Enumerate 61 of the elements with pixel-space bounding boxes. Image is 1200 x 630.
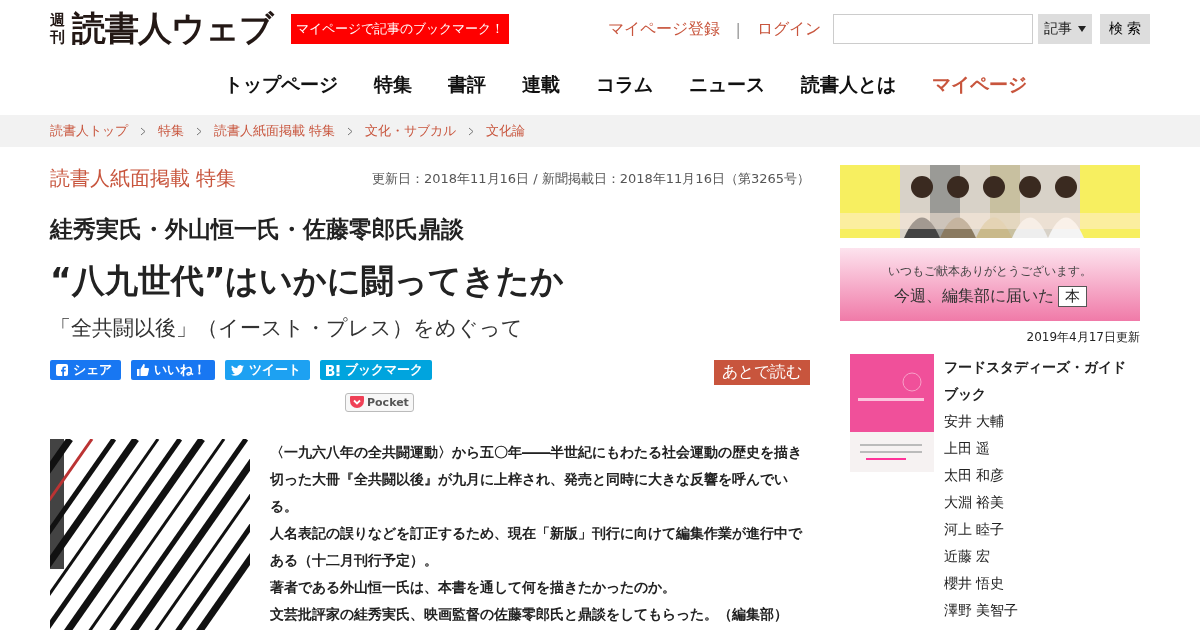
share-button[interactable]: ブックマーク — [320, 360, 432, 380]
nav-link[interactable]: ニュース — [688, 72, 765, 98]
site-logo[interactable]: 読書人ウェブ — [72, 6, 273, 52]
book-author: 澤野 美智子 — [944, 601, 1020, 620]
facebook-icon — [56, 364, 68, 376]
header-link[interactable]: ログイン — [757, 18, 821, 40]
book-author: 河上 睦子 — [944, 520, 1006, 539]
thumbs-up-icon — [137, 364, 149, 376]
share-button[interactable]: いいね！ — [131, 360, 215, 380]
dropdown-caret-icon — [1078, 26, 1086, 32]
search-scope-select[interactable]: 記事 — [1038, 14, 1092, 44]
chevron-icon — [347, 126, 353, 136]
book-author: 安井 大輔 — [944, 412, 1006, 431]
link-separator: | — [735, 19, 741, 39]
article-paragraph: 〈一九六八年の全共闘運動〉から五〇年――半世紀にもわたる社会運動の歴史を描き切った大冊『全共闘以後』が九月に上梓され、発売と同時に大きな反響を呼んでいる。 — [270, 443, 803, 516]
logo-small-text: 週刊 — [50, 12, 66, 46]
article-dates: 更新日：2018年11月16日 / 新聞掲載日：2018年11月16日（第3265号） — [371, 169, 810, 188]
nav-link[interactable]: コラム — [595, 72, 653, 98]
category-label: 読書人紙面掲載 特集 — [50, 165, 237, 192]
article-paragraph: 著者である外山恒一氏は、本書を通して何を描きたかったのか。 — [270, 578, 677, 597]
breadcrumb-link[interactable]: 読書人紙面掲載 特集 — [214, 122, 335, 140]
article-title: “八九世代”はいかに闘ってきたか — [50, 260, 566, 302]
search-button[interactable]: 検 索 — [1100, 14, 1150, 44]
book-author: 太田 和彦 — [944, 466, 1006, 485]
chevron-icon — [468, 126, 474, 136]
chevron-icon — [140, 126, 146, 136]
nav-link[interactable]: 特集 — [373, 72, 412, 98]
book-title[interactable]: フードスタディーズ・ガイドブック — [944, 354, 1134, 408]
book-author: 近藤 宏 — [944, 547, 992, 566]
nav-link[interactable]: 書評 — [447, 72, 486, 98]
update-date: 2019年4月17日更新 — [1025, 329, 1140, 346]
hatena-icon — [326, 364, 340, 376]
breadcrumb-link[interactable]: 特集 — [158, 122, 184, 140]
search-field[interactable] — [833, 14, 1033, 44]
article-subtitle: 「全共闘以後」（イースト・プレス）をめぐって — [50, 315, 524, 342]
book-author: 櫻井 悟史 — [944, 574, 1006, 593]
article-speakers: 絓秀実氏・外山恒一氏・佐藤零郎氏鼎談 — [50, 215, 465, 244]
nav-link[interactable]: 読書人とは — [800, 72, 896, 98]
breadcrumb-link[interactable]: 文化論 — [486, 122, 525, 140]
promo-banner[interactable]: マイページで記事のブックマーク！ — [291, 14, 509, 44]
chevron-icon — [196, 126, 202, 136]
breadcrumb-link[interactable]: 文化・サブカル — [365, 122, 456, 140]
pocket-button[interactable]: Pocket — [345, 393, 414, 412]
book-author: 大淵 裕美 — [944, 493, 1006, 512]
header-link[interactable]: マイページ登録 — [607, 18, 720, 40]
banner-headline: 今週、編集部に届いた — [893, 285, 1054, 307]
pocket-icon — [350, 396, 364, 409]
nav-link[interactable]: トップページ — [223, 72, 338, 98]
banner-book-label: 本 — [1057, 285, 1087, 307]
banner-tagline: いつもご献本ありがとうございます。 — [888, 262, 1092, 280]
nav-link[interactable]: 連載 — [521, 72, 560, 98]
article-paragraph: 人名表記の誤りなどを訂正するため、現在「新版」刊行に向けて編集作業が進行中である（十二月刊行予定）。 — [270, 524, 804, 570]
read-later-button[interactable]: あとで読む — [714, 360, 810, 385]
book-author: 上田 遥 — [944, 439, 992, 458]
books-banner[interactable]: いつもご献本ありがとうございます。 今週、編集部に届いた 本 — [840, 248, 1140, 321]
bird-icon — [231, 364, 244, 376]
article-paragraph: 文芸批評家の絓秀実氏、映画監督の佐藤零郎氏と鼎談をしてもらった。（編集部） — [270, 605, 789, 624]
share-button[interactable]: ツイート — [225, 360, 310, 380]
share-button[interactable]: シェア — [50, 360, 121, 380]
breadcrumb-link[interactable]: 読書人トップ — [50, 122, 128, 140]
nav-link[interactable]: マイページ — [931, 72, 1027, 98]
